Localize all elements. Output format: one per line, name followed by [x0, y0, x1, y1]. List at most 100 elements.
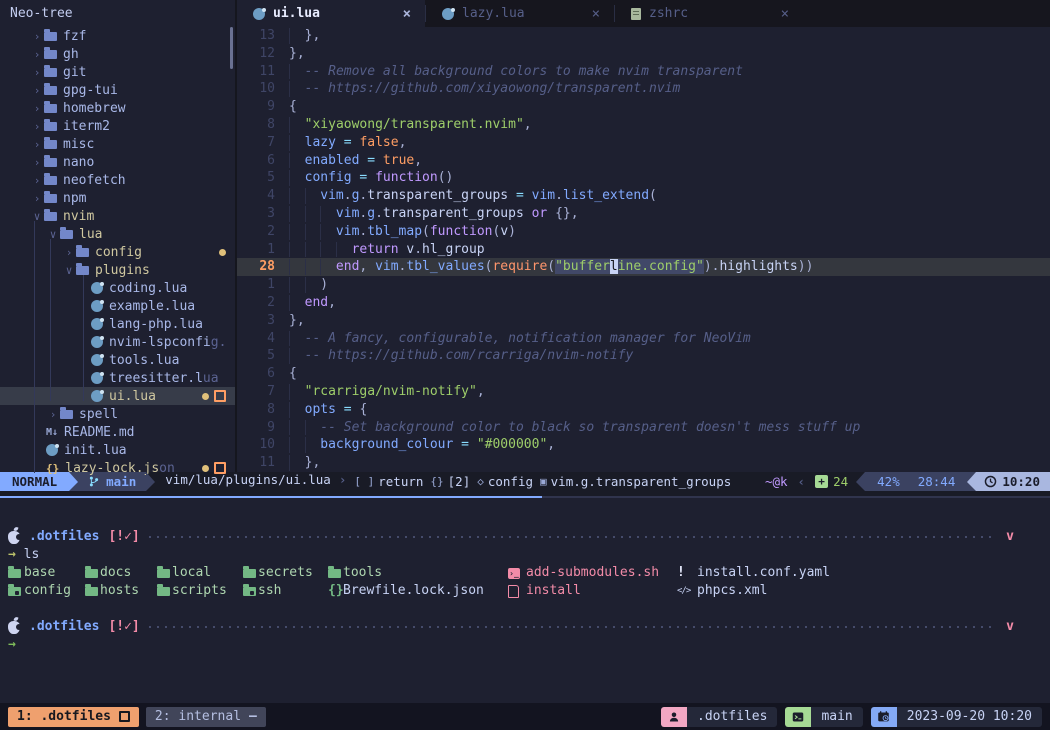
tree-item-git[interactable]: ›git	[0, 63, 235, 81]
tree-item-gh[interactable]: ›gh	[0, 45, 235, 63]
tree-item-nano[interactable]: ›nano	[0, 153, 235, 171]
prompt-directory: .dotfiles	[29, 528, 99, 546]
command-line-empty[interactable]: →	[0, 636, 1050, 654]
tree-item-nvim[interactable]: ∨nvim	[0, 207, 235, 225]
prompt-arrow-icon: →	[8, 637, 16, 652]
command-line: → ls	[0, 546, 1050, 564]
json-icon: {}	[46, 462, 59, 475]
git-added-icon: +	[815, 475, 828, 488]
code-token: "#000000"	[477, 437, 547, 452]
breadcrumb-label: [2]	[448, 474, 471, 489]
close-icon[interactable]: ×	[403, 6, 411, 22]
tree-item-npm[interactable]: ›npm	[0, 189, 235, 207]
tree-item-label: iterm2	[63, 119, 110, 134]
indent-guide	[289, 258, 305, 276]
folder-icon	[44, 104, 57, 113]
code-line: 8opts = {	[237, 401, 1050, 419]
tree-item-label: gpg-tui	[63, 83, 118, 98]
code-token: -- https://github.com/xiyaowong/transpar…	[305, 81, 681, 96]
ls-item-add-submodules-sh: add-submodules.sh	[526, 564, 659, 582]
tree-item-iterm2[interactable]: ›iterm2	[0, 117, 235, 135]
close-icon[interactable]: ×	[781, 6, 789, 22]
tree-item-example-lua[interactable]: example.lua	[0, 297, 235, 315]
tab-zshrc[interactable]: zshrc×	[615, 0, 803, 27]
prompt-filler-dots	[149, 626, 997, 628]
code-line-content: },	[289, 312, 305, 330]
indent-guide	[320, 205, 336, 223]
code-token: ))	[798, 259, 814, 274]
tree-item-fzf[interactable]: ›fzf	[0, 27, 235, 45]
tree-item-coding-lua[interactable]: coding.lua	[0, 279, 235, 297]
tmux-window-inactive[interactable]: 2: internal–	[146, 707, 266, 727]
indent-guide	[305, 241, 321, 259]
code-token: lazy	[305, 135, 336, 150]
tmux-window-active[interactable]: 1: .dotfiles	[8, 707, 139, 727]
code-token: "xiyaowong/transparent.nvim"	[305, 117, 524, 132]
tree-item-treesitter-l[interactable]: treesitter.lua	[0, 369, 235, 387]
ls-item-phpcs-xml: phpcs.xml	[697, 582, 767, 600]
editor-buffer[interactable]: 13},12},11-- Remove all background color…	[237, 27, 1050, 472]
tree-item-spell[interactable]: ›spell	[0, 405, 235, 423]
line-number: 8	[237, 116, 275, 134]
code-line-content: vim.g.transparent_groups = vim.list_exte…	[289, 187, 657, 205]
tree-item-label: config	[95, 245, 142, 260]
ls-item-ssh: ssh	[258, 582, 281, 600]
code-token: vim	[336, 224, 359, 239]
pane-separator-active	[0, 496, 542, 498]
lua-file-icon	[91, 372, 103, 384]
code-token: .	[344, 188, 352, 203]
chevron-right-icon: ›	[30, 138, 44, 151]
folder-icon	[243, 587, 256, 596]
neo-tree-sidebar[interactable]: Neo-tree ›fzf›gh›git›gpg-tui›homebrew›it…	[0, 0, 237, 472]
tree-item-lang-php-lua[interactable]: lang-php.lua	[0, 315, 235, 333]
line-number: 2	[237, 223, 275, 241]
indent-guide	[289, 187, 305, 205]
tree-item-init-lua[interactable]: init.lua	[0, 441, 235, 459]
tree-item-tools-lua[interactable]: tools.lua	[0, 351, 235, 369]
clock-segment: 10:20	[976, 472, 1050, 491]
tree-item-label: tools.lua	[109, 353, 179, 368]
code-token: -- Remove all background colors to make …	[305, 64, 743, 79]
shell-pane[interactable]: .dotfiles [!✓] v → ls basedocslocalsecre…	[0, 498, 1050, 730]
left-chevron-separator: ‹	[798, 474, 806, 489]
tree-item-label: nano	[63, 155, 94, 170]
code-line-content: {	[289, 365, 297, 383]
tree-item-ui-lua[interactable]: ui.lua	[0, 387, 235, 405]
code-token: ,	[359, 259, 375, 274]
document-icon	[631, 8, 641, 20]
command-text: ls	[24, 547, 40, 562]
tree-item-lazy-lock-js[interactable]: {}lazy-lock.json	[0, 459, 235, 477]
tree-item-homebrew[interactable]: ›homebrew	[0, 99, 235, 117]
ls-item-icon	[157, 582, 170, 600]
ls-item-icon	[508, 582, 519, 600]
tree-item-gpg-tui[interactable]: ›gpg-tui	[0, 81, 235, 99]
prompt-arrow-icon: →	[8, 547, 16, 562]
sidebar-scrollbar[interactable]	[230, 27, 233, 69]
tree-indent-guide	[83, 275, 84, 401]
tree-item-config[interactable]: ›config	[0, 243, 235, 261]
tree-item-neofetch[interactable]: ›neofetch	[0, 171, 235, 189]
tab-ui-lua[interactable]: ui.lua×	[237, 0, 425, 27]
chevron-right-icon: ›	[30, 48, 44, 61]
code-token: vim	[320, 188, 343, 203]
tree-item-readme-md[interactable]: M↓README.md	[0, 423, 235, 441]
close-icon[interactable]: ×	[592, 6, 600, 22]
indent-guide	[289, 205, 305, 223]
tab-lazy-lua[interactable]: lazy.lua×	[426, 0, 614, 27]
tree-item-label: nvim	[63, 209, 94, 224]
code-line: 6{	[237, 365, 1050, 383]
indent-guide	[289, 116, 305, 134]
tree-item-lua[interactable]: ∨lua	[0, 225, 235, 243]
tree-item-nvim-lspconfi[interactable]: nvim-lspconfig.	[0, 333, 235, 351]
terminal-badge-icon	[785, 707, 811, 727]
chevron-right-icon: ›	[30, 174, 44, 187]
code-line: 6enabled = true,	[237, 152, 1050, 170]
code-line: 2end,	[237, 294, 1050, 312]
tmux-window-list: 1: .dotfiles 2: internal–	[8, 707, 266, 727]
tree-item-misc[interactable]: ›misc	[0, 135, 235, 153]
lua-file-icon	[442, 8, 454, 20]
tree-item-label: coding.lua	[109, 281, 187, 296]
code-token: function	[430, 224, 493, 239]
prompt-directory: .dotfiles	[29, 618, 99, 636]
tree-item-plugins[interactable]: ∨plugins	[0, 261, 235, 279]
